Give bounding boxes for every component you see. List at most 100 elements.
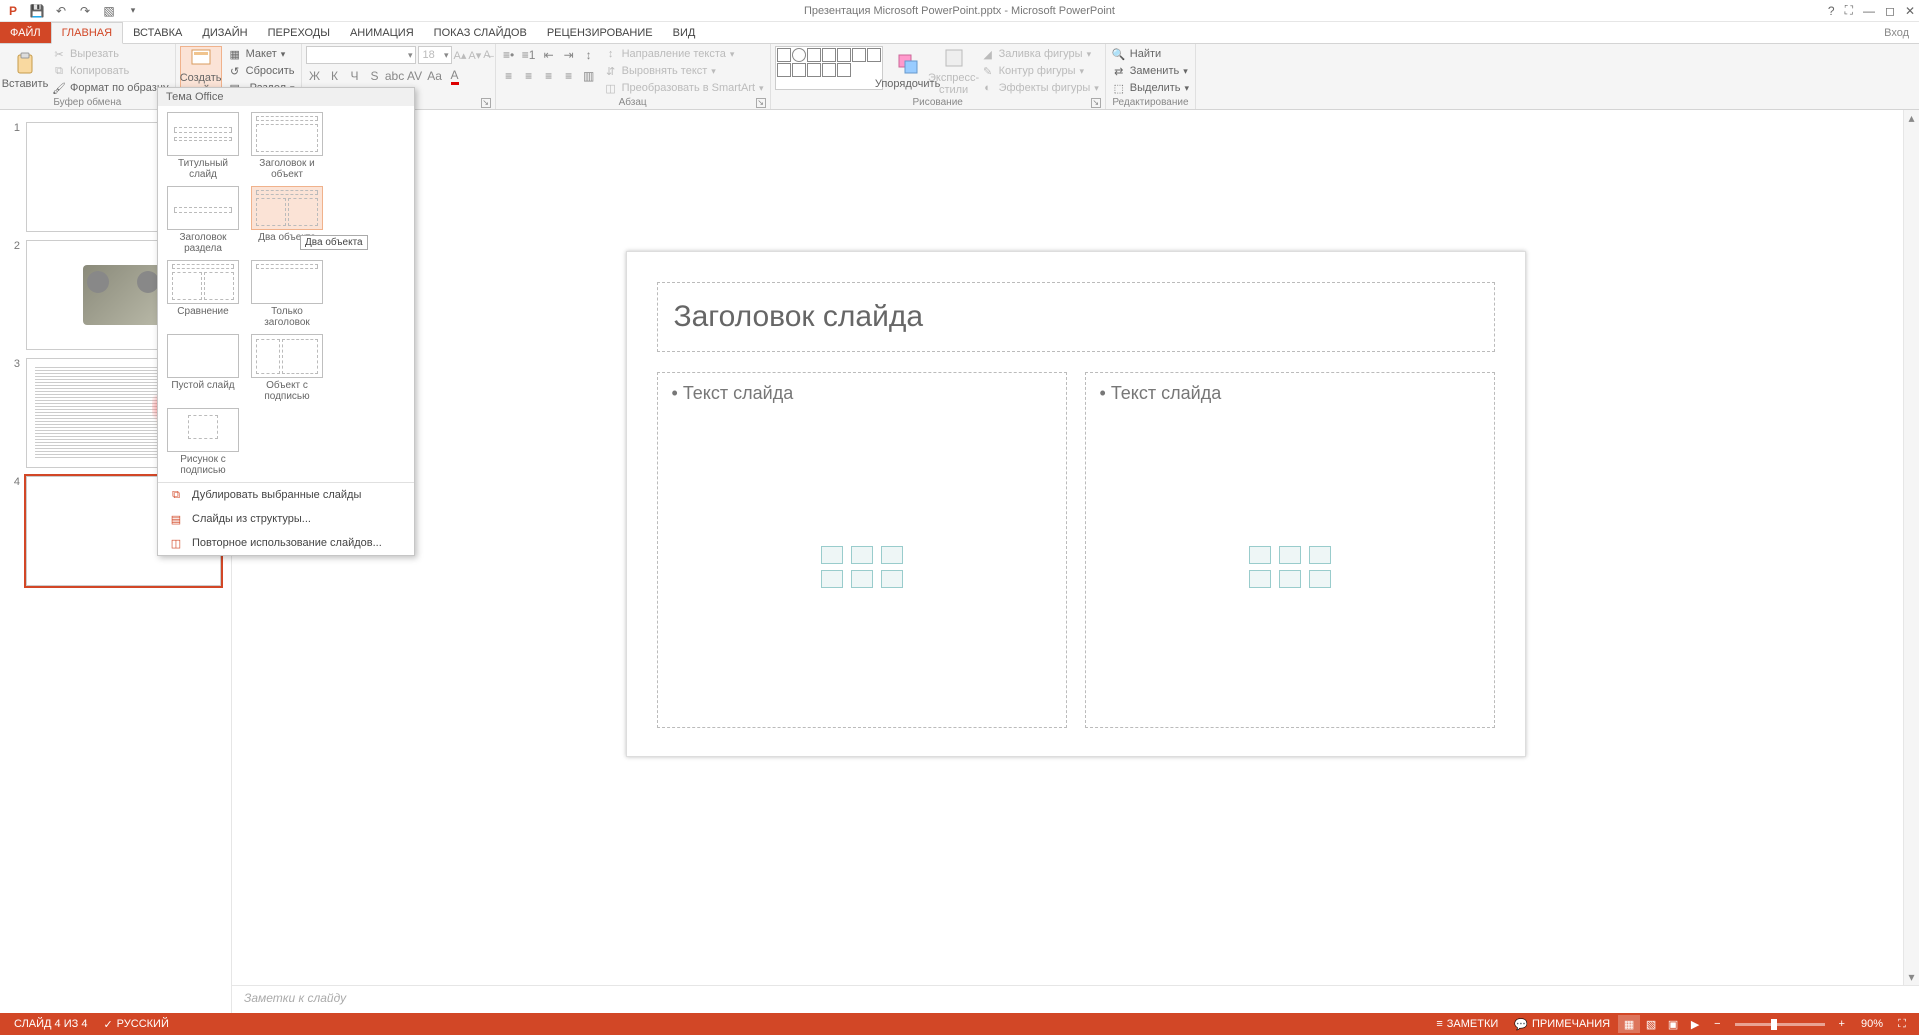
zoom-slider[interactable] [1735,1023,1825,1026]
tab-view[interactable]: ВИД [663,22,706,43]
start-from-beginning-icon[interactable]: ▧ [100,2,118,20]
tab-slideshow[interactable]: ПОКАЗ СЛАЙДОВ [424,22,537,43]
qat-dropdown-icon[interactable]: ▾ [124,2,142,20]
layout-comparison[interactable]: Сравнение [164,260,242,328]
layout-title-content[interactable]: Заголовок и объект [248,112,326,180]
insert-video-icon[interactable] [881,570,903,588]
shape-outline-button[interactable]: ✎Контур фигуры ▾ [979,63,1101,79]
insert-video-icon[interactable] [1309,570,1331,588]
menu-duplicate-slides[interactable]: ⧉Дублировать выбранные слайды [158,483,414,507]
format-painter-button[interactable]: 🖌Формат по образцу [50,80,171,96]
numbering-icon[interactable]: ≡1 [520,46,538,64]
undo-icon[interactable]: ↶ [52,2,70,20]
insert-chart-icon[interactable] [851,546,873,564]
vertical-scrollbar[interactable]: ▴ ▾ [1903,110,1919,985]
maximize-icon[interactable]: ◻ [1885,4,1895,18]
menu-reuse-slides[interactable]: ◫Повторное использование слайдов... [158,531,414,555]
arrange-button[interactable]: Упорядочить [887,46,929,96]
content-icons-left[interactable] [821,546,903,588]
shape-fill-button[interactable]: ◢Заливка фигуры ▾ [979,46,1101,62]
convert-smartart-button[interactable]: ◫Преобразовать в SmartArt ▾ [602,80,766,96]
align-left-icon[interactable]: ≡ [500,67,518,85]
close-icon[interactable]: ✕ [1905,4,1915,18]
help-icon[interactable]: ? [1828,4,1835,18]
slide-indicator[interactable]: СЛАЙД 4 ИЗ 4 [6,1018,95,1030]
menu-slides-from-outline[interactable]: ▤Слайды из структуры... [158,507,414,531]
replace-button[interactable]: ⇄Заменить ▾ [1110,63,1191,79]
insert-picture-icon[interactable] [821,570,843,588]
reset-button[interactable]: ↺Сбросить [226,63,297,79]
reading-view-icon[interactable]: ▣ [1662,1015,1684,1033]
comments-button[interactable]: 💬ПРИМЕЧАНИЯ [1506,1018,1618,1031]
zoom-level[interactable]: 90% [1853,1018,1891,1030]
tab-home[interactable]: ГЛАВНАЯ [51,22,123,44]
shadow-button[interactable]: S [366,67,384,85]
font-name-combo[interactable] [306,46,416,64]
slide-sorter-view-icon[interactable]: ▧ [1640,1015,1662,1033]
layout-title-only[interactable]: Только заголовок [248,260,326,328]
decrease-indent-icon[interactable]: ⇤ [540,46,558,64]
current-slide[interactable]: Заголовок слайда • Текст слайда • Текст … [626,251,1526,757]
copy-button[interactable]: ⧉Копировать [50,63,171,79]
language-indicator[interactable]: ✓РУССКИЙ [95,1018,176,1031]
save-icon[interactable]: 💾 [28,2,46,20]
notes-button[interactable]: ≡ЗАМЕТКИ [1428,1018,1506,1030]
shrink-font-icon[interactable]: A▾ [468,49,481,62]
tab-review[interactable]: РЕЦЕНЗИРОВАНИЕ [537,22,663,43]
tab-design[interactable]: ДИЗАЙН [192,22,257,43]
tab-file[interactable]: ФАЙЛ [0,22,51,43]
layout-two-content[interactable]: Два объекта Два объекта [248,186,326,254]
align-right-icon[interactable]: ≡ [540,67,558,85]
strike-button[interactable]: abc [386,67,404,85]
justify-icon[interactable]: ≡ [560,67,578,85]
zoom-out-icon[interactable]: − [1706,1018,1728,1030]
content-placeholder-right[interactable]: • Текст слайда [1085,372,1495,728]
ribbon-display-options-icon[interactable]: ⛶ [1845,3,1853,18]
insert-chart-icon[interactable] [1279,546,1301,564]
scroll-down-icon[interactable]: ▾ [1904,969,1919,985]
insert-online-picture-icon[interactable] [1279,570,1301,588]
tab-transitions[interactable]: ПЕРЕХОДЫ [258,22,340,43]
bullets-icon[interactable]: ≡• [500,46,518,64]
bold-button[interactable]: Ж [306,67,324,85]
underline-button[interactable]: Ч [346,67,364,85]
layout-blank[interactable]: Пустой слайд [164,334,242,402]
drawing-launcher-icon[interactable]: ↘ [1091,98,1101,108]
zoom-handle[interactable] [1771,1019,1777,1030]
scroll-up-icon[interactable]: ▴ [1904,110,1919,126]
increase-indent-icon[interactable]: ⇥ [560,46,578,64]
fit-to-window-icon[interactable]: ⛶ [1891,1015,1913,1033]
align-center-icon[interactable]: ≡ [520,67,538,85]
change-case-icon[interactable]: Aa [426,67,444,85]
insert-smartart-icon[interactable] [881,546,903,564]
tab-animation[interactable]: АНИМАЦИЯ [340,22,424,43]
slideshow-view-icon[interactable]: ▶ [1684,1015,1706,1033]
insert-table-icon[interactable] [821,546,843,564]
char-spacing-icon[interactable]: AV [406,67,424,85]
columns-icon[interactable]: ▥ [580,67,598,85]
paragraph-launcher-icon[interactable]: ↘ [756,98,766,108]
insert-picture-icon[interactable] [1249,570,1271,588]
layout-title-slide[interactable]: Титульный слайд [164,112,242,180]
italic-button[interactable]: К [326,67,344,85]
text-direction-button[interactable]: ↕Направление текста ▾ [602,46,766,62]
grow-font-icon[interactable]: A▴ [454,49,467,62]
cut-button[interactable]: ✂Вырезать [50,46,171,62]
minimize-icon[interactable]: — [1863,4,1875,18]
find-button[interactable]: 🔍Найти [1110,46,1191,62]
content-placeholder-left[interactable]: • Текст слайда [657,372,1067,728]
select-button[interactable]: ⬚Выделить ▾ [1110,80,1191,96]
zoom-in-icon[interactable]: + [1831,1018,1853,1030]
layout-button[interactable]: ▦Макет ▾ [226,46,297,62]
tab-insert[interactable]: ВСТАВКА [123,22,192,43]
insert-smartart-icon[interactable] [1309,546,1331,564]
sign-in-link[interactable]: Вход [1874,22,1919,43]
font-size-combo[interactable]: 18 [418,46,452,64]
font-color-icon[interactable]: A [446,67,464,85]
insert-table-icon[interactable] [1249,546,1271,564]
shape-effects-button[interactable]: ◐Эффекты фигуры ▾ [979,80,1101,96]
paste-button[interactable]: Вставить [4,46,46,96]
notes-pane[interactable]: Заметки к слайду [232,985,1919,1013]
layout-picture-caption[interactable]: Рисунок с подписью [164,408,242,476]
title-placeholder[interactable]: Заголовок слайда [657,282,1495,352]
